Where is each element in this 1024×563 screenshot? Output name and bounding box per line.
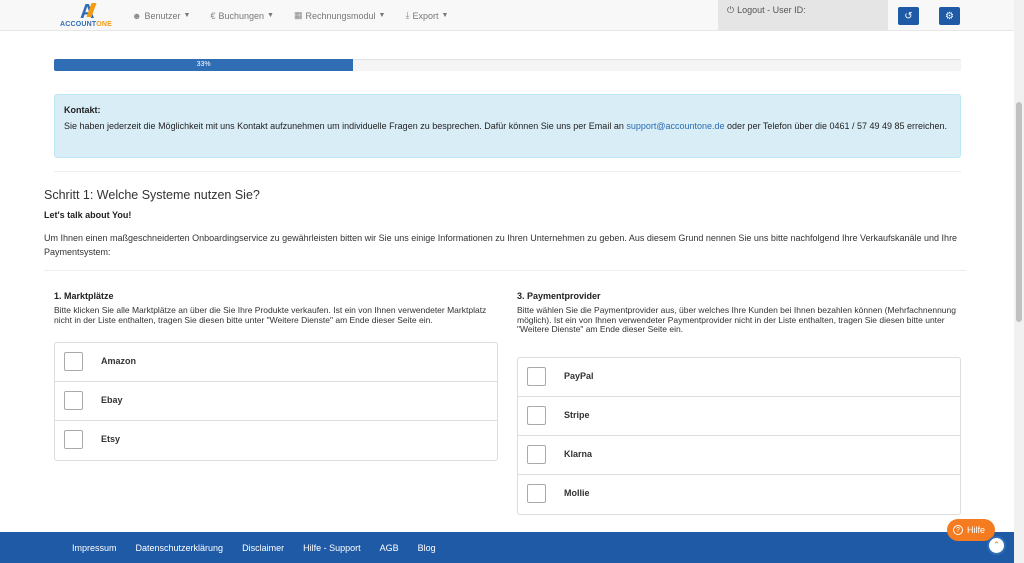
progress-bar: 33% [54, 59, 961, 71]
step-subtitle: Let's talk about You! [44, 210, 132, 220]
contact-text: Sie haben jederzeit die Möglichkeit mit … [64, 121, 948, 131]
checkbox[interactable] [64, 391, 83, 410]
payment-desc: Bitte wählen Sie die Paymentprovider aus… [517, 305, 956, 334]
checkbox[interactable] [527, 445, 546, 464]
footer-link-support[interactable]: Hilfe - Support [303, 543, 361, 553]
retweet-icon: ↺ [904, 10, 913, 22]
help-label: Hilfe [967, 525, 986, 535]
checkbox[interactable] [64, 430, 83, 449]
footer: Impressum Datenschutzerklärung Disclaime… [0, 532, 1014, 563]
help-button[interactable]: ? Hilfe [947, 519, 995, 541]
contact-heading: Kontakt: [64, 105, 101, 115]
caret-down-icon: ▼ [378, 12, 386, 19]
checkbox[interactable] [527, 406, 546, 425]
user-icon: ☻ [132, 10, 142, 21]
logo-wordmark: ACCOUNTONE [60, 21, 113, 28]
footer-link-disclaimer[interactable]: Disclaimer [242, 543, 284, 553]
menu-export-label: Export [412, 10, 439, 21]
menu-buchungen-label: Buchungen [218, 10, 265, 21]
menu-buchungen[interactable]: € Buchungen ▼ [210, 11, 274, 21]
marketplace-row-ebay[interactable]: Ebay [55, 382, 497, 421]
question-icon: ? [953, 525, 963, 535]
step-title: Schritt 1: Welche Systeme nutzen Sie? [44, 188, 260, 202]
payment-label: PayPal [564, 371, 594, 381]
support-email-link[interactable]: support@accountone.de [626, 121, 724, 131]
footer-link-impressum[interactable]: Impressum [72, 543, 117, 553]
footer-link-agb[interactable]: AGB [380, 543, 399, 553]
menu-export[interactable]: ⤓ Export ▼ [405, 10, 448, 21]
payment-row-paypal[interactable]: PayPal [518, 358, 960, 397]
caret-down-icon: ▼ [267, 12, 274, 19]
page-scrollbar[interactable] [1014, 0, 1024, 563]
checkbox[interactable] [527, 484, 546, 503]
power-icon: ⏻ [727, 5, 735, 15]
refresh-button[interactable]: ↺ [898, 7, 919, 25]
menu-rechnungsmodul-label: Rechnungsmodul [305, 10, 376, 21]
export-icon: ⤓ [405, 10, 410, 20]
marketplace-label: Ebay [101, 395, 123, 405]
marketplace-label: Etsy [101, 434, 121, 444]
scrollbar-thumb[interactable] [1016, 102, 1022, 322]
marketplaces-title: 1. Marktplätze [54, 291, 114, 301]
checkbox[interactable] [527, 367, 546, 386]
payment-label: Stripe [564, 410, 590, 420]
caret-down-icon: ▼ [441, 12, 449, 19]
top-navbar: A ACCOUNTONE ☻ Benutzer ▼ € Buchungen ▼ … [0, 0, 1014, 31]
step-intro: Um Ihnen einen maßgeschneiderten Onboard… [44, 233, 958, 257]
footer-link-datenschutz[interactable]: Datenschutzerklärung [136, 543, 224, 553]
chevron-up-icon: ⌃ [992, 540, 1001, 550]
table-icon: ▦ [293, 10, 303, 20]
contact-alert: Kontakt: Sie haben jederzeit die Möglich… [54, 94, 961, 158]
settings-button[interactable]: ⚙ [939, 7, 960, 25]
menu-benutzer-label: Benutzer [144, 10, 181, 21]
payment-row-klarna[interactable]: Klarna [518, 436, 960, 475]
payment-row-mollie[interactable]: Mollie [518, 475, 960, 514]
marketplace-row-amazon[interactable]: Amazon [55, 343, 497, 382]
divider [44, 270, 966, 271]
main-menu: ☻ Benutzer ▼ € Buchungen ▼ ▦ Rechnungsmo… [132, 0, 468, 31]
scroll-to-top-button[interactable]: ⌃ [987, 536, 1006, 555]
logout-button[interactable]: ⏻ Logout - User ID: [718, 0, 888, 31]
marketplace-row-etsy[interactable]: Etsy [55, 421, 497, 460]
payment-title: 3. Paymentprovider [517, 291, 601, 301]
gear-icon: ⚙ [945, 10, 954, 22]
payment-label: Klarna [564, 449, 593, 459]
marketplace-label: Amazon [101, 356, 137, 366]
menu-benutzer[interactable]: ☻ Benutzer ▼ [132, 11, 190, 21]
divider [54, 171, 961, 172]
payment-label: Mollie [564, 488, 590, 498]
caret-down-icon: ▼ [183, 12, 191, 19]
marketplaces-list: Amazon Ebay Etsy [54, 342, 498, 461]
payment-list: PayPal Stripe Klarna Mollie [517, 357, 961, 515]
menu-rechnungsmodul[interactable]: ▦ Rechnungsmodul ▼ [294, 10, 386, 21]
accountone-logo[interactable]: A ACCOUNTONE [60, 2, 118, 30]
checkbox[interactable] [64, 352, 83, 371]
progress-fill: 33% [54, 59, 354, 71]
logout-label: Logout - User ID: [737, 5, 806, 15]
footer-link-blog[interactable]: Blog [418, 543, 436, 553]
euro-icon: € [210, 10, 216, 21]
payment-row-stripe[interactable]: Stripe [518, 397, 960, 436]
marketplaces-desc: Bitte klicken Sie alle Marktplätze an üb… [54, 305, 487, 325]
